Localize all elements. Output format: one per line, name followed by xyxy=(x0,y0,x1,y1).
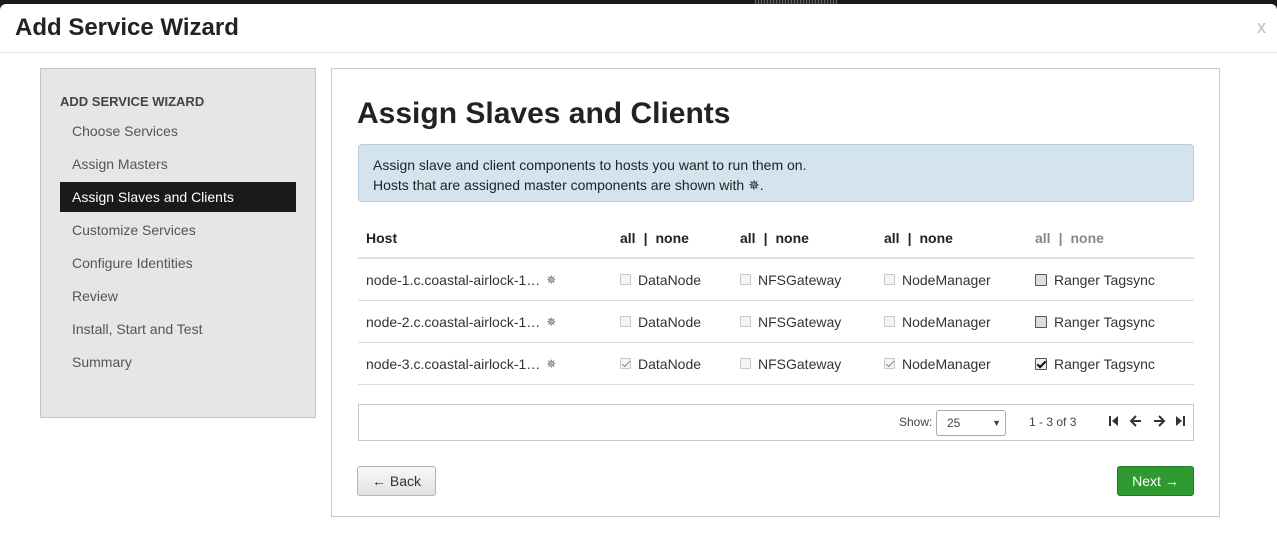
sidebar-header: ADD SERVICE WIZARD xyxy=(60,94,205,109)
page-title: Assign Slaves and Clients xyxy=(357,97,731,130)
table-row: node-1.c.coastal-airlock-1… ✵ DataNode N… xyxy=(358,259,1194,301)
nodemanager-checkbox[interactable]: NodeManager xyxy=(884,259,991,300)
step-configure-identities[interactable]: Configure Identities xyxy=(60,248,296,278)
component-label: NFSGateway xyxy=(758,313,842,330)
datanode-select-all[interactable]: all xyxy=(620,230,636,246)
step-choose-services[interactable]: Choose Services xyxy=(60,116,296,146)
next-button[interactable]: Next → xyxy=(1117,466,1194,496)
nodemanager-select-none[interactable]: none xyxy=(920,230,953,246)
page-size-label: Show: xyxy=(899,415,933,429)
checkbox-icon[interactable] xyxy=(1035,315,1047,328)
component-label: Ranger Tagsync xyxy=(1054,313,1155,330)
nodemanager-select-all[interactable]: all xyxy=(884,230,900,246)
nodemanager-checkbox[interactable]: NodeManager xyxy=(884,301,991,342)
component-label: DataNode xyxy=(638,355,702,372)
nfsgateway-checkbox[interactable]: NFSGateway xyxy=(740,301,841,342)
component-label: NFSGateway xyxy=(758,355,842,372)
grid-header-row: Host all | none all | none all | none al… xyxy=(358,219,1194,259)
caret-down-icon: ▼ xyxy=(992,418,1001,428)
component-label: NFSGateway xyxy=(758,271,842,288)
alert-line-1: Assign slave and client components to ho… xyxy=(373,157,807,173)
header-separator: | xyxy=(1058,230,1063,246)
ranger-tagsync-header: all | none xyxy=(1035,219,1104,257)
host-name: node-2.c.coastal-airlock-1… xyxy=(366,313,541,330)
page-range-info: 1 - 3 of 3 xyxy=(1029,415,1077,429)
modal-header: Add Service Wizard x xyxy=(0,4,1277,53)
step-assign-masters[interactable]: Assign Masters xyxy=(60,149,296,179)
modal-title: Add Service Wizard xyxy=(15,14,239,41)
ranger-tagsync-checkbox[interactable]: Ranger Tagsync xyxy=(1035,343,1155,384)
wizard-modal: Add Service Wizard x ADD SERVICE WIZARD … xyxy=(0,4,1277,552)
ranger-tagsync-select-all[interactable]: all xyxy=(1035,230,1051,246)
datanode-select-none[interactable]: none xyxy=(656,230,689,246)
host-component-grid: Host all | none all | none all | none al… xyxy=(358,219,1194,385)
alert-line-2: Hosts that are assigned master component… xyxy=(373,177,764,193)
wizard-sidebar: ADD SERVICE WIZARD Choose Services Assig… xyxy=(40,68,316,418)
step-customize-services[interactable]: Customize Services xyxy=(60,215,296,245)
checkbox-icon[interactable] xyxy=(1035,357,1047,370)
component-label: DataNode xyxy=(638,313,702,330)
host-cell: node-2.c.coastal-airlock-1… ✵ xyxy=(366,301,556,342)
header-separator: | xyxy=(763,230,768,246)
page-size-select[interactable]: 25 ▼ xyxy=(936,410,1006,436)
datanode-checkbox[interactable]: DataNode xyxy=(620,259,701,300)
table-row: node-2.c.coastal-airlock-1… ✵ DataNode N… xyxy=(358,301,1194,343)
checkbox-icon[interactable] xyxy=(740,358,751,369)
checkbox-icon[interactable] xyxy=(1035,273,1047,286)
step-install-start-test[interactable]: Install, Start and Test xyxy=(60,314,296,344)
host-name: node-3.c.coastal-airlock-1… xyxy=(366,355,541,372)
component-label: Ranger Tagsync xyxy=(1054,355,1155,372)
step-assign-slaves-and-clients[interactable]: Assign Slaves and Clients xyxy=(60,182,296,212)
last-page-icon[interactable] xyxy=(1175,413,1189,429)
header-separator: | xyxy=(907,230,912,246)
gear-icon: ✵ xyxy=(546,356,557,371)
checkbox-icon[interactable] xyxy=(884,274,895,285)
ranger-tagsync-checkbox[interactable]: Ranger Tagsync xyxy=(1035,259,1155,300)
gear-icon: ✵ xyxy=(546,272,557,287)
next-page-icon[interactable] xyxy=(1152,413,1166,429)
datanode-checkbox[interactable]: DataNode xyxy=(620,301,701,342)
table-row: node-3.c.coastal-airlock-1… ✵ DataNode N… xyxy=(358,343,1194,385)
host-cell: node-3.c.coastal-airlock-1… ✵ xyxy=(366,343,556,384)
checkbox-icon[interactable] xyxy=(620,316,631,327)
checkbox-icon[interactable] xyxy=(884,358,895,369)
page-size-value: 25 xyxy=(947,416,961,430)
host-name: node-1.c.coastal-airlock-1… xyxy=(366,271,541,288)
wizard-content: Assign Slaves and Clients Assign slave a… xyxy=(331,68,1220,517)
step-summary[interactable]: Summary xyxy=(60,347,296,377)
nfsgateway-select-none[interactable]: none xyxy=(776,230,809,246)
back-button[interactable]: ← Back xyxy=(357,466,436,496)
checkbox-icon[interactable] xyxy=(620,274,631,285)
nfsgateway-checkbox[interactable]: NFSGateway xyxy=(740,343,841,384)
nfsgateway-header: all | none xyxy=(740,219,809,257)
component-label: NodeManager xyxy=(902,271,991,288)
component-label: NodeManager xyxy=(902,313,991,330)
first-page-icon[interactable] xyxy=(1107,413,1121,429)
ranger-tagsync-checkbox[interactable]: Ranger Tagsync xyxy=(1035,301,1155,342)
nfsgateway-select-all[interactable]: all xyxy=(740,230,756,246)
checkbox-icon[interactable] xyxy=(740,316,751,327)
nfsgateway-checkbox[interactable]: NFSGateway xyxy=(740,259,841,300)
ranger-tagsync-select-none[interactable]: none xyxy=(1071,230,1104,246)
checkbox-icon[interactable] xyxy=(740,274,751,285)
close-button[interactable]: x xyxy=(1257,17,1266,38)
component-label: DataNode xyxy=(638,271,702,288)
pagination-bar: Show: 25 ▼ 1 - 3 of 3 xyxy=(358,404,1194,441)
datanode-header: all | none xyxy=(620,219,689,257)
info-alert: Assign slave and client components to ho… xyxy=(358,144,1194,202)
prev-page-icon[interactable] xyxy=(1129,413,1143,429)
host-cell: node-1.c.coastal-airlock-1… ✵ xyxy=(366,259,556,300)
step-review[interactable]: Review xyxy=(60,281,296,311)
nodemanager-header: all | none xyxy=(884,219,953,257)
host-column-header: Host xyxy=(366,230,398,246)
datanode-checkbox[interactable]: DataNode xyxy=(620,343,701,384)
checkbox-icon[interactable] xyxy=(884,316,895,327)
nodemanager-checkbox[interactable]: NodeManager xyxy=(884,343,991,384)
header-separator: | xyxy=(643,230,648,246)
checkbox-icon[interactable] xyxy=(620,358,631,369)
component-label: Ranger Tagsync xyxy=(1054,271,1155,288)
component-label: NodeManager xyxy=(902,355,991,372)
gear-icon: ✵ xyxy=(546,314,557,329)
